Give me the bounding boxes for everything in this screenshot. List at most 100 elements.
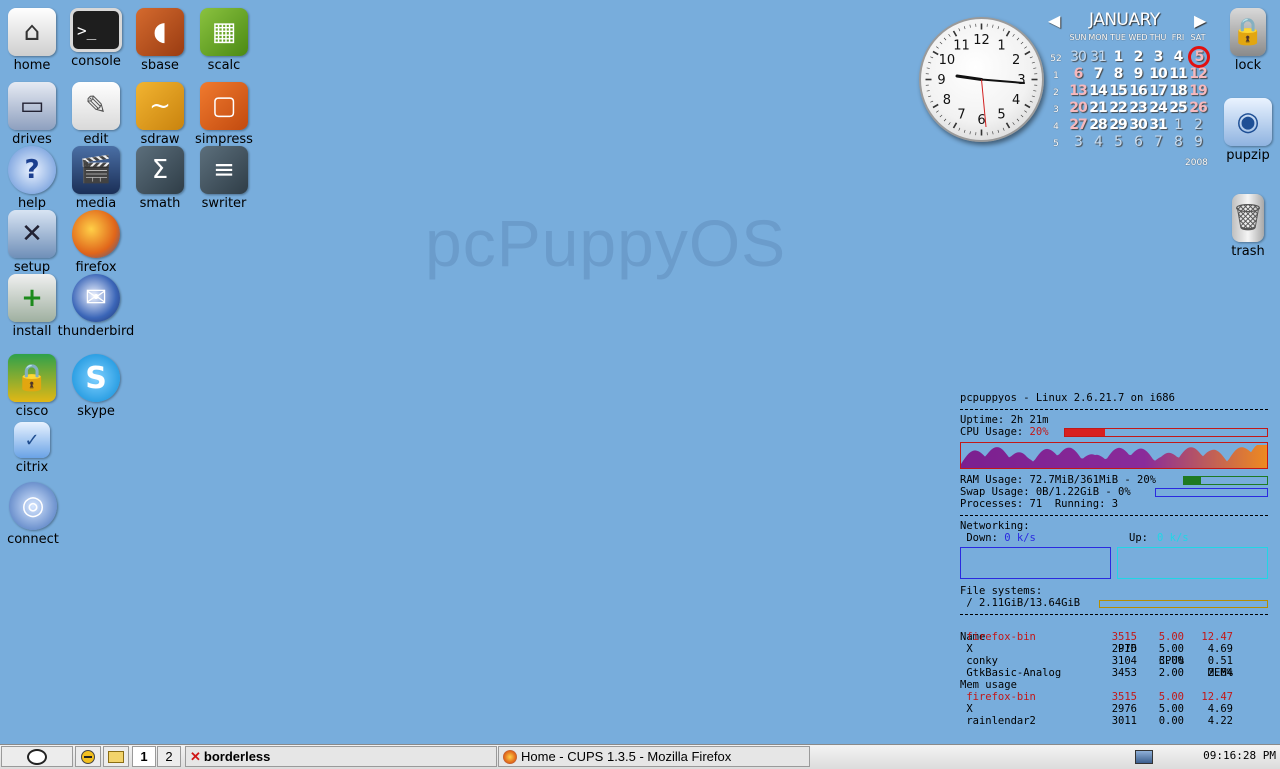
padlock-icon: 🔒 (8, 354, 56, 402)
calendar-day[interactable]: 4 (1088, 134, 1108, 150)
process-pid: 3453 (1107, 667, 1137, 679)
process-cpu: 5.00 (1140, 643, 1184, 655)
clock-number: 10 (939, 53, 956, 68)
minimize-all-button[interactable] (75, 746, 101, 767)
calendar-week-row: 320212223242526 (1044, 97, 1210, 114)
task-firefox-cups[interactable]: Home - CUPS 1.3.5 - Mozilla Firefox (498, 746, 810, 767)
desktop-icon-lock[interactable]: 🔒 lock (1216, 8, 1280, 73)
workspace-1-button[interactable]: 1 (132, 746, 156, 767)
desktop-icon-skype[interactable]: S skype (64, 354, 128, 419)
desktop-icon-simpress[interactable]: ▢ simpress (192, 82, 256, 147)
cpu-process-list: firefox-bin35155.0012.47 X29765.004.69 c… (960, 631, 1268, 679)
globe-icon: ◎ (9, 482, 57, 530)
process-name: rainlendar2 (960, 715, 1036, 727)
weekday-label: SUN (1068, 33, 1088, 42)
close-x-icon: ✕ (190, 749, 201, 765)
upload-graph (1117, 547, 1268, 579)
thunderbird-icon: ✉ (72, 274, 120, 322)
clock-number: 1 (997, 38, 1005, 53)
hour-hand (957, 76, 982, 80)
mem-process-list: firefox-bin35155.0012.47 X29765.004.69 r… (960, 691, 1268, 727)
desktop-icon-swriter[interactable]: ≡ swriter (192, 146, 256, 211)
cpu-graph (960, 442, 1268, 469)
calendar-year: 2008 (1185, 158, 1208, 168)
process-row: firefox-bin35155.0012.47 (960, 631, 1268, 643)
taskbar-clock[interactable]: 09:16:28 PM (1203, 749, 1276, 762)
calendar-day[interactable]: 8 (1168, 134, 1188, 150)
icon-label: connect (0, 532, 85, 547)
lock-icon: 🔒 (1230, 8, 1266, 56)
cpu-usage-bar (1064, 428, 1268, 437)
network-tray-icon[interactable] (1131, 746, 1157, 767)
cpu-usage-row: CPU Usage: 20% (960, 426, 1268, 438)
process-cpu: 3.00 (1140, 655, 1184, 667)
process-cpu: 5.00 (1140, 703, 1184, 715)
desktop-icon-connect[interactable]: ◎ connect (1, 482, 65, 547)
home-icon: ⌂ (8, 8, 56, 56)
taskbar: 1 2 ✕borderless Home - CUPS 1.3.5 - Mozi… (0, 744, 1280, 769)
ram-text: RAM Usage: 72.7MiB/361MiB - 20% (960, 474, 1156, 486)
prev-month-icon[interactable]: ◀ (1048, 11, 1060, 30)
process-pid: 3011 (1107, 715, 1137, 727)
database-icon: ◖ (136, 8, 184, 56)
puppy-logo-icon (27, 749, 47, 765)
desktop-icon-trash[interactable]: 🗑 trash (1216, 194, 1280, 259)
clock-number: 11 (953, 38, 970, 53)
process-name: X (960, 643, 973, 655)
clock-number: 3 (1017, 73, 1025, 88)
process-mem: 12.47 (1190, 631, 1233, 643)
calendar-week-row: 4272829303112 (1044, 114, 1210, 131)
calendar-weekdays: SUNMONTUEWEDTHUFRISAT (1068, 33, 1208, 42)
icon-label: thunderbird (44, 324, 148, 339)
process-cpu: 0.00 (1140, 715, 1184, 727)
desktop-icon-thunderbird[interactable]: ✉ thunderbird (64, 274, 128, 339)
mem-usage-label: Mem usage (960, 679, 1268, 691)
task-label: borderless (204, 749, 270, 764)
icon-label: trash (1196, 244, 1280, 259)
calendar-day[interactable]: 5 (1108, 134, 1128, 150)
filesystem-row: / 2.11GiB/13.64GiB (960, 597, 1268, 609)
process-row: GtkBasic-Analog34532.002.64 (960, 667, 1268, 679)
network-speeds: Down: 0 k/sUp: 0 k/s (960, 532, 1268, 544)
calendar-month: JANUARY (1089, 10, 1160, 30)
process-name: GtkBasic-Analog (960, 667, 1061, 679)
process-row: conky31043.000.51 (960, 655, 1268, 667)
up-label: Up: (1129, 532, 1154, 544)
process-pid: 3515 (1107, 631, 1137, 643)
icon-label: skype (44, 404, 148, 419)
desktop-icon-scalc[interactable]: ▦ scalc (192, 8, 256, 73)
weekday-label: THU (1148, 33, 1168, 42)
networking-label: Networking: (960, 520, 1268, 532)
process-mem: 4.69 (1190, 703, 1233, 715)
workspace-2-button[interactable]: 2 (157, 746, 181, 767)
next-month-icon[interactable]: ▶ (1194, 11, 1206, 30)
task-borderless[interactable]: ✕borderless (185, 746, 497, 767)
desktop-icon-firefox[interactable]: firefox (64, 210, 128, 275)
icon-label: firefox (44, 260, 148, 275)
process-mem: 4.22 (1190, 715, 1233, 727)
calendar-week-row: 213141516171819 (1044, 80, 1210, 97)
help-icon: ? (8, 146, 56, 194)
calendar-day[interactable]: 9 (1188, 134, 1208, 150)
drive-icon: ▭ (8, 82, 56, 130)
sigma-icon: Σ (136, 146, 184, 194)
process-cpu: 2.00 (1140, 667, 1184, 679)
desktop-icon-citrix[interactable]: ✓ citrix (0, 422, 64, 475)
calendar-week-row: 16789101112 (1044, 63, 1210, 80)
swap-usage-bar (1155, 488, 1268, 497)
process-mem: 12.47 (1190, 691, 1233, 703)
download-graph (960, 547, 1111, 579)
process-cpu: 5.00 (1140, 631, 1184, 643)
clock-number: 8 (943, 93, 951, 108)
desktop-icon-pupzip[interactable]: ◉ pupzip (1216, 98, 1280, 163)
start-menu-button[interactable] (1, 746, 73, 767)
calendar-day[interactable]: 6 (1128, 134, 1148, 150)
file-manager-button[interactable] (103, 746, 129, 767)
clock-number: 12 (973, 33, 990, 48)
calendar-day[interactable]: 3 (1068, 134, 1088, 150)
processes-text: Processes: 71 Running: 3 (960, 498, 1268, 510)
weekday-label: WED (1128, 33, 1148, 42)
calendar-day[interactable]: 7 (1148, 134, 1168, 150)
process-name: X (960, 703, 973, 715)
skype-icon: S (72, 354, 120, 402)
